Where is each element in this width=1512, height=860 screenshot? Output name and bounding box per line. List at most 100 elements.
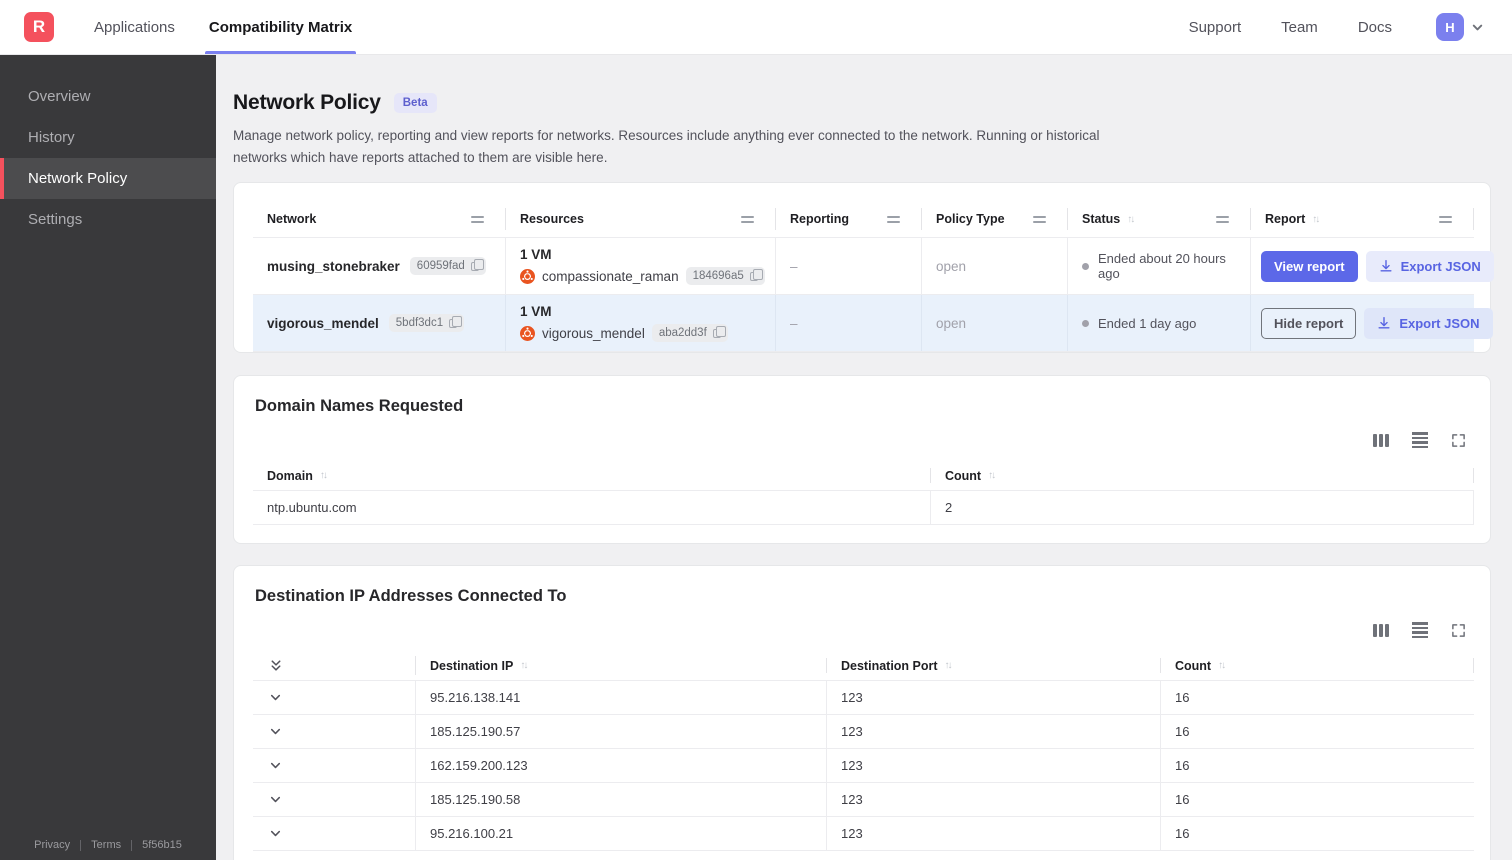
report-cell: View report Export JSON bbox=[1251, 238, 1494, 294]
copy-icon[interactable] bbox=[712, 325, 726, 338]
sort-icon[interactable]: ↑↓ bbox=[988, 470, 996, 481]
col-label: Network bbox=[267, 212, 317, 227]
column-drag-handle[interactable] bbox=[1033, 215, 1046, 223]
domain-row: ntp.ubuntu.com 2 bbox=[253, 490, 1474, 526]
expand-all-header[interactable] bbox=[253, 651, 416, 680]
col-header-reporting[interactable]: Reporting bbox=[776, 201, 922, 237]
network-row-vigorous-mendel[interactable]: vigorous_mendel 5bdf3dc1 1 VM vigorous_m… bbox=[253, 294, 1493, 353]
destination-ip-cell: 162.159.200.123 bbox=[416, 749, 827, 783]
link-support[interactable]: Support bbox=[1189, 19, 1242, 36]
sort-icon[interactable]: ↑↓ bbox=[320, 470, 328, 481]
rows-view-icon[interactable] bbox=[1412, 432, 1428, 449]
copy-icon[interactable] bbox=[749, 268, 763, 281]
terms-link[interactable]: Terms bbox=[91, 839, 121, 851]
domains-card-title: Domain Names Requested bbox=[255, 397, 464, 416]
columns-view-icon[interactable] bbox=[1373, 433, 1389, 447]
export-json-button[interactable]: Export JSON bbox=[1365, 250, 1494, 282]
col-header-count[interactable]: Count ↑↓ bbox=[1161, 651, 1474, 680]
count-cell: 16 bbox=[1175, 792, 1190, 808]
col-header-destination-ip[interactable]: Destination IP ↑↓ bbox=[416, 651, 827, 680]
networks-table-header: Network Resources Reporting Policy Type … bbox=[253, 201, 1474, 237]
expand-row-toggle[interactable] bbox=[253, 715, 416, 749]
network-row-musing-stonebraker[interactable]: musing_stonebraker 60959fad 1 VM compass… bbox=[253, 237, 1494, 295]
col-header-count[interactable]: Count ↑↓ bbox=[931, 461, 1474, 490]
sidebar-item-settings[interactable]: Settings bbox=[0, 199, 216, 240]
app-logo[interactable]: R bbox=[24, 12, 54, 42]
rows-view-icon[interactable] bbox=[1412, 622, 1428, 639]
table-toolbar bbox=[253, 432, 1466, 449]
tab-compatibility-matrix[interactable]: Compatibility Matrix bbox=[204, 0, 357, 54]
export-json-label: Export JSON bbox=[1399, 315, 1480, 331]
col-header-domain[interactable]: Domain ↑↓ bbox=[253, 461, 931, 490]
expand-row-toggle[interactable] bbox=[253, 817, 416, 851]
hide-report-button[interactable]: Hide report bbox=[1261, 307, 1357, 339]
destination-row: 95.216.100.21 123 16 bbox=[253, 816, 1474, 852]
sidebar-item-history[interactable]: History bbox=[0, 117, 216, 158]
domains-table-header: Domain ↑↓ Count ↑↓ bbox=[253, 461, 1474, 490]
domain-cell: ntp.ubuntu.com bbox=[253, 491, 931, 525]
expand-row-toggle[interactable] bbox=[253, 783, 416, 817]
col-header-policy-type[interactable]: Policy Type bbox=[922, 201, 1068, 237]
sort-icon[interactable]: ↑↓ bbox=[1312, 214, 1320, 225]
tab-applications[interactable]: Applications bbox=[94, 0, 175, 54]
resources-cell: 1 VM vigorous_mendel aba2dd3f bbox=[506, 295, 776, 352]
column-drag-handle[interactable] bbox=[1439, 215, 1452, 223]
sidebar-item-network-policy[interactable]: Network Policy bbox=[0, 158, 216, 199]
destination-ip-cell: 185.125.190.58 bbox=[416, 783, 827, 817]
destination-port-cell: 123 bbox=[827, 715, 1161, 749]
link-team[interactable]: Team bbox=[1281, 19, 1318, 36]
fullscreen-icon[interactable] bbox=[1451, 623, 1466, 638]
count-cell: 2 bbox=[931, 491, 1474, 525]
link-docs[interactable]: Docs bbox=[1358, 19, 1392, 36]
vm-count: 1 VM bbox=[520, 247, 552, 263]
fullscreen-icon[interactable] bbox=[1451, 433, 1466, 448]
expand-row-toggle[interactable] bbox=[253, 749, 416, 783]
sort-icon[interactable]: ↑↓ bbox=[1127, 214, 1135, 225]
chevron-down-icon[interactable] bbox=[1471, 21, 1484, 34]
column-drag-handle[interactable] bbox=[887, 215, 900, 223]
network-id: 60959fad bbox=[416, 260, 465, 273]
sidebar-item-overview[interactable]: Overview bbox=[0, 76, 216, 117]
col-header-report[interactable]: Report ↑↓ bbox=[1251, 201, 1474, 237]
sort-icon[interactable]: ↑↓ bbox=[945, 660, 953, 671]
column-drag-handle[interactable] bbox=[1216, 215, 1229, 223]
divider bbox=[131, 839, 133, 851]
col-label: Domain bbox=[267, 468, 313, 483]
ubuntu-icon bbox=[520, 325, 535, 341]
vm-name: compassionate_raman bbox=[542, 268, 679, 284]
export-json-button[interactable]: Export JSON bbox=[1364, 307, 1493, 339]
sidebar: Overview History Network Policy Settings… bbox=[0, 55, 216, 860]
col-header-resources[interactable]: Resources bbox=[506, 201, 776, 237]
network-name: musing_stonebraker bbox=[267, 258, 400, 274]
top-nav-right: Support Team Docs H bbox=[1189, 13, 1484, 41]
col-header-network[interactable]: Network bbox=[253, 201, 506, 237]
user-menu[interactable]: H bbox=[1436, 13, 1484, 41]
sidebar-nav: Overview History Network Policy Settings bbox=[0, 55, 216, 240]
columns-view-icon[interactable] bbox=[1373, 623, 1389, 637]
count-cell: 16 bbox=[1175, 690, 1190, 706]
col-header-status[interactable]: Status ↑↓ bbox=[1068, 201, 1251, 237]
view-report-button[interactable]: View report bbox=[1261, 250, 1358, 282]
network-id: 5bdf3dc1 bbox=[395, 317, 444, 330]
destination-row: 185.125.190.57 123 16 bbox=[253, 714, 1474, 749]
sort-icon[interactable]: ↑↓ bbox=[1218, 660, 1226, 671]
page-description: Manage network policy, reporting and vie… bbox=[233, 128, 1100, 165]
copy-icon[interactable] bbox=[449, 315, 463, 328]
avatar[interactable]: H bbox=[1436, 13, 1464, 41]
copy-icon[interactable] bbox=[470, 258, 484, 271]
status-text: Ended 1 day ago bbox=[1098, 315, 1197, 331]
col-header-destination-port[interactable]: Destination Port ↑↓ bbox=[827, 651, 1161, 680]
sort-icon[interactable]: ↑↓ bbox=[520, 660, 528, 671]
destination-port-cell: 123 bbox=[827, 681, 1161, 715]
column-drag-handle[interactable] bbox=[741, 215, 754, 223]
privacy-link[interactable]: Privacy bbox=[34, 839, 70, 851]
network-name-cell: musing_stonebraker 60959fad bbox=[253, 238, 506, 295]
status-dot-icon bbox=[1082, 262, 1089, 270]
expand-row-toggle[interactable] bbox=[253, 681, 416, 715]
vm-count: 1 VM bbox=[520, 304, 552, 320]
ubuntu-icon bbox=[520, 268, 535, 284]
double-chevron-down-icon[interactable] bbox=[269, 658, 283, 673]
col-label: Count bbox=[1175, 658, 1212, 673]
column-drag-handle[interactable] bbox=[471, 215, 484, 223]
reporting-cell: – bbox=[776, 295, 922, 352]
